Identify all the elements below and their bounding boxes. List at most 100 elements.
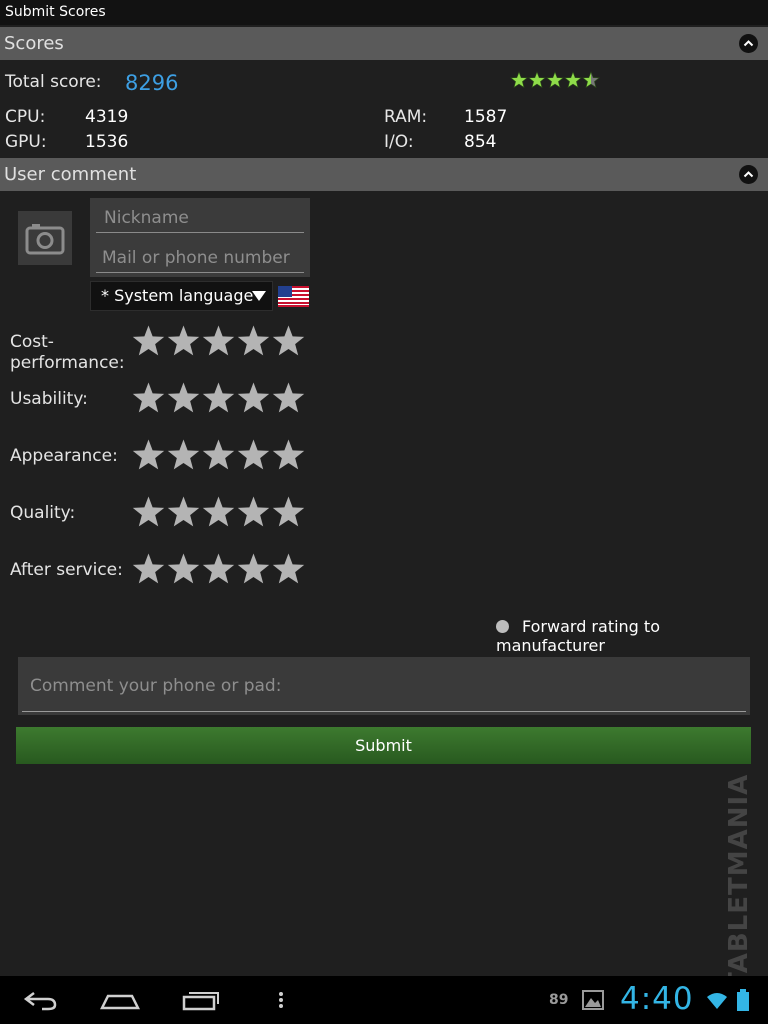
cpu-value: 4319 <box>85 107 129 127</box>
star-shape <box>237 382 270 413</box>
system-nav-bar: 89 4:40 <box>0 976 768 1024</box>
rating-star[interactable] <box>131 495 166 529</box>
gpu-label: GPU: <box>5 132 47 152</box>
star-shape <box>167 382 200 413</box>
menu-dots-icon[interactable] <box>276 988 286 1012</box>
language-select-value: * System language <box>101 286 254 305</box>
rating-star[interactable] <box>131 324 166 358</box>
forward-rating-option[interactable]: Forward rating to manufacturer <box>496 617 768 655</box>
user-comment-section-header[interactable]: User comment <box>0 158 768 191</box>
rating-star[interactable] <box>201 324 236 358</box>
rating-star[interactable] <box>201 552 236 586</box>
chevron-up-icon <box>743 171 754 178</box>
dropdown-arrow-icon <box>252 291 266 301</box>
nickname-field[interactable]: Nickname <box>96 202 304 233</box>
rating-label-appearance: Appearance: <box>10 446 118 466</box>
language-select[interactable]: * System language <box>90 281 273 311</box>
star-shape <box>272 382 305 413</box>
overall-stars-svg <box>510 71 600 89</box>
comment-input[interactable]: Comment your phone or pad: <box>22 665 746 712</box>
rating-label-cost-performance: Cost- performance: <box>10 332 125 374</box>
star-shape <box>237 439 270 470</box>
chevron-up-icon <box>743 40 754 47</box>
contact-field[interactable]: Mail or phone number <box>96 242 304 273</box>
us-flag-icon[interactable] <box>278 286 309 307</box>
rating-label-after-service: After service: <box>10 560 123 580</box>
rating-star[interactable] <box>166 552 201 586</box>
overall-star <box>528 71 546 89</box>
rating-star[interactable] <box>201 381 236 415</box>
ram-label: RAM: <box>384 107 428 127</box>
rating-stars-usability[interactable] <box>131 381 306 415</box>
ram-value: 1587 <box>464 107 508 127</box>
rating-label-line: Cost- <box>10 332 54 352</box>
wifi-icon <box>707 993 727 1009</box>
star-shape <box>167 325 200 356</box>
clock[interactable]: 4:40 <box>620 981 694 1017</box>
overall-star <box>564 71 582 89</box>
rating-star[interactable] <box>131 381 166 415</box>
star-shape <box>272 439 305 470</box>
rating-stars-after-service[interactable] <box>131 552 306 586</box>
rating-star[interactable] <box>271 324 306 358</box>
star-shape <box>132 325 165 356</box>
rating-star[interactable] <box>131 552 166 586</box>
scores-header-label: Scores <box>4 33 64 54</box>
watermark-text: TABLETMANIA <box>724 773 754 990</box>
rating-label-quality: Quality: <box>10 503 76 523</box>
collapse-scores-button[interactable] <box>739 34 758 53</box>
rating-star[interactable] <box>236 324 271 358</box>
rating-stars-quality[interactable] <box>131 495 306 529</box>
rating-star[interactable] <box>271 438 306 472</box>
star-shape <box>272 325 305 356</box>
comment-box: Comment your phone or pad: <box>18 657 750 715</box>
rating-star[interactable] <box>236 438 271 472</box>
star-shape <box>202 496 235 527</box>
rating-star[interactable] <box>131 438 166 472</box>
star-shape <box>132 382 165 413</box>
rating-stars-appearance[interactable] <box>131 438 306 472</box>
rating-star[interactable] <box>236 552 271 586</box>
rating-star[interactable] <box>201 495 236 529</box>
rating-star[interactable] <box>201 438 236 472</box>
forward-rating-label: Forward rating to manufacturer <box>496 617 660 655</box>
collapse-comment-button[interactable] <box>739 165 758 184</box>
rating-stars-cost-performance[interactable] <box>131 324 306 358</box>
star-shape <box>202 325 235 356</box>
rating-star[interactable] <box>166 495 201 529</box>
io-label: I/O: <box>384 132 414 152</box>
battery-icon <box>737 989 749 1011</box>
rating-label-line: performance: <box>10 353 125 373</box>
rating-star[interactable] <box>166 381 201 415</box>
star-shape <box>272 496 305 527</box>
notification-count[interactable]: 89 <box>549 992 568 1008</box>
star-shape <box>202 382 235 413</box>
star-shape <box>132 439 165 470</box>
rating-star[interactable] <box>271 495 306 529</box>
rating-star[interactable] <box>236 495 271 529</box>
back-icon[interactable] <box>22 988 58 1012</box>
rating-label-usability: Usability: <box>10 389 88 409</box>
forward-rating-radio[interactable] <box>496 620 509 633</box>
star-shape <box>132 553 165 584</box>
submit-button[interactable]: Submit <box>16 727 751 764</box>
rating-star[interactable] <box>166 324 201 358</box>
rating-star[interactable] <box>271 381 306 415</box>
overall-star-rating <box>510 71 600 89</box>
app-title: Submit Scores <box>5 4 106 20</box>
add-photo-button[interactable] <box>18 211 72 265</box>
image-notification-icon[interactable] <box>582 990 604 1010</box>
total-score-label: Total score: <box>5 72 102 92</box>
home-icon[interactable] <box>100 988 140 1012</box>
recent-apps-icon[interactable] <box>182 988 220 1012</box>
rating-star[interactable] <box>236 381 271 415</box>
camera-icon <box>25 224 65 255</box>
overall-star <box>582 71 600 89</box>
star-shape <box>237 496 270 527</box>
user-comment-header-label: User comment <box>4 164 137 185</box>
star-shape <box>272 553 305 584</box>
scores-section-header[interactable]: Scores <box>0 27 768 60</box>
rating-star[interactable] <box>271 552 306 586</box>
rating-star[interactable] <box>166 438 201 472</box>
star-shape <box>132 496 165 527</box>
